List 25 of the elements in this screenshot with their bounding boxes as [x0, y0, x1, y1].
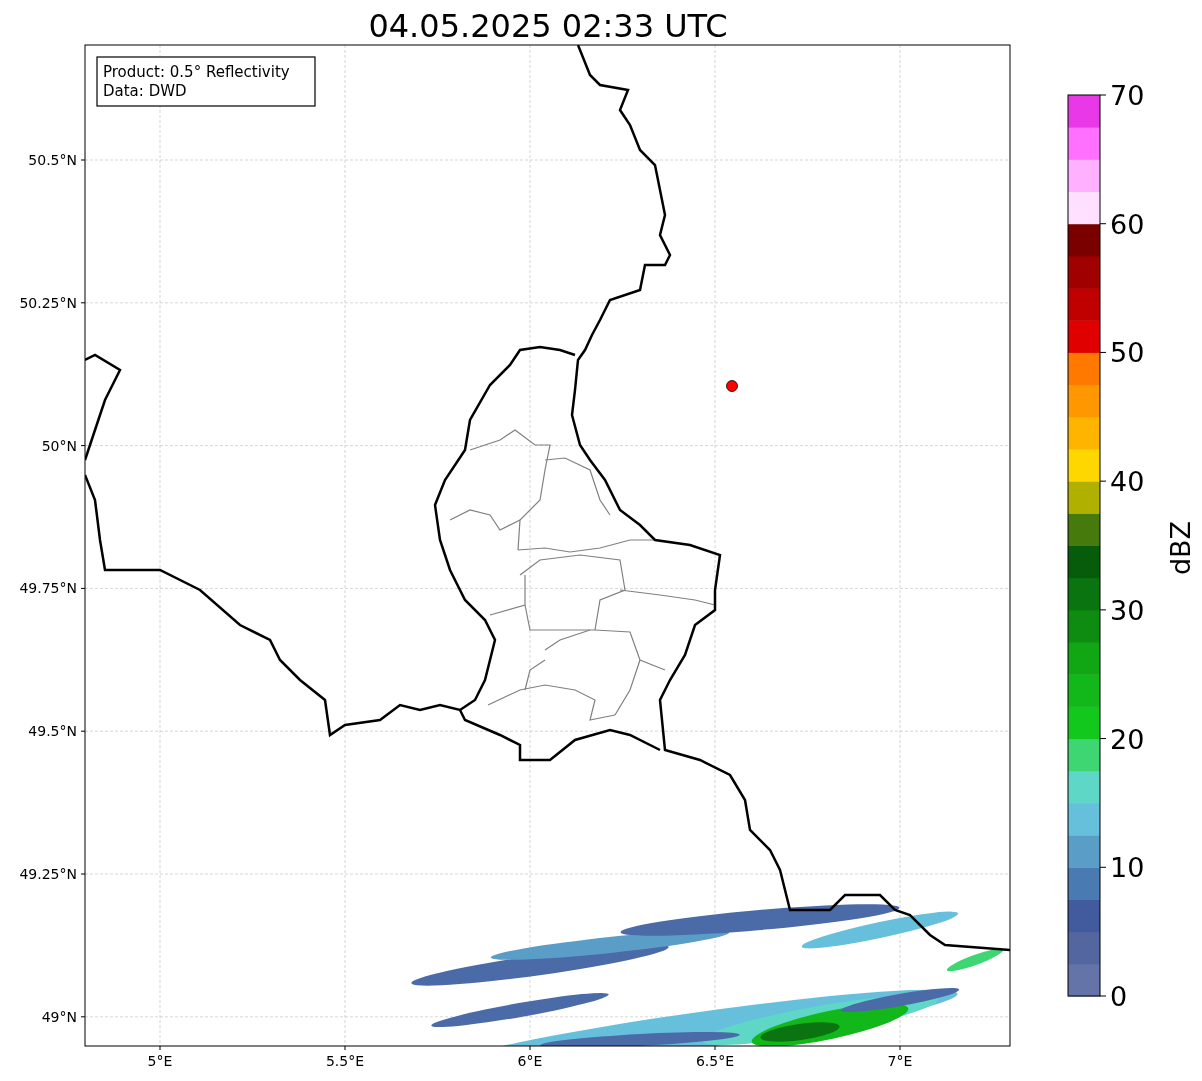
- colorbar-tick-label: 40: [1110, 466, 1145, 498]
- colorbar-tick-label: 70: [1110, 80, 1145, 111]
- longitude-label: 5°E: [147, 1053, 173, 1069]
- colorbar-tick-label: 10: [1110, 852, 1145, 884]
- longitude-label: 7°E: [887, 1053, 913, 1069]
- colorbar-tick-label: 0: [1110, 981, 1128, 1012]
- latitude-label: 49°N: [41, 1008, 77, 1025]
- longitude-label: 5.5°E: [325, 1053, 365, 1069]
- latitude-label: 49.25°N: [19, 866, 77, 882]
- radar-station-marker: [726, 380, 738, 392]
- colorbar-tick-label: 60: [1110, 208, 1145, 240]
- info-text: Data: DWD: [103, 82, 187, 100]
- colorbar-tick-label: 50: [1110, 337, 1145, 369]
- info-text: Product: 0.5° Reflectivity: [103, 63, 290, 81]
- colorbar-tick-label: 30: [1110, 594, 1145, 626]
- latitude-label: 50.5°N: [28, 152, 77, 168]
- plot-title: 04.05.2025 02:33 UTC: [368, 7, 728, 45]
- longitude-label: 6°E: [517, 1053, 543, 1069]
- latitude-label: 49.5°N: [28, 723, 77, 740]
- longitude-label: 6.5°E: [695, 1053, 735, 1069]
- colorbar-tick-label: 20: [1110, 723, 1145, 755]
- latitude-label: 50.25°N: [19, 294, 77, 311]
- latitude-label: 49.75°N: [19, 580, 77, 597]
- colorbar-axis-label: dBZ: [1165, 520, 1196, 576]
- latitude-label: 50°N: [41, 437, 77, 454]
